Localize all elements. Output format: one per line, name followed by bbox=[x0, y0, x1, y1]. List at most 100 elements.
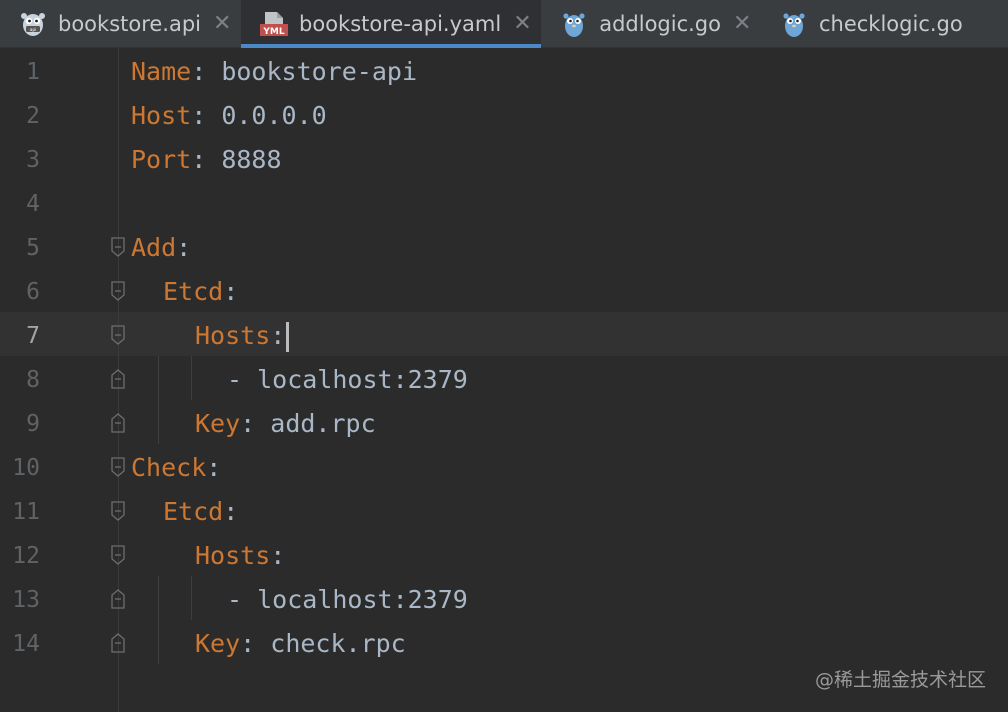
yaml-value: - localhost:2379 bbox=[227, 585, 468, 614]
yaml-key: Check bbox=[131, 453, 207, 482]
yaml-value: 0.0.0.0 bbox=[221, 101, 327, 130]
yaml-key: Etcd bbox=[163, 277, 224, 306]
code-text: - localhost:2379 bbox=[227, 578, 468, 622]
yaml-value: check.rpc bbox=[270, 629, 406, 658]
yaml-separator: : bbox=[270, 541, 286, 570]
yaml-separator: : bbox=[240, 409, 271, 438]
line-number: 8 bbox=[26, 367, 40, 393]
tab-label: bookstore-api.yaml bbox=[299, 11, 502, 36]
gopher-api-icon: api bbox=[18, 9, 48, 39]
line-number: 1 bbox=[26, 59, 40, 85]
close-icon[interactable]: ✕ bbox=[513, 11, 531, 36]
tab-label: addlogic.go bbox=[599, 11, 721, 36]
tab-checklogic-go[interactable]: checklogic.go bbox=[761, 0, 973, 47]
fold-collapse-icon[interactable] bbox=[110, 456, 126, 478]
code-editor[interactable]: 1 Name: bookstore-api 2 Host: 0.0.0.0 3 Port:… bbox=[0, 48, 1008, 712]
close-icon[interactable]: ✕ bbox=[213, 11, 231, 36]
yaml-key: Port bbox=[131, 145, 192, 174]
line-number: 9 bbox=[26, 411, 40, 437]
yaml-value: 8888 bbox=[221, 145, 282, 174]
line-number: 2 bbox=[26, 103, 40, 129]
code-text: Key: check.rpc bbox=[195, 622, 406, 666]
yaml-separator: : bbox=[206, 453, 222, 482]
line-number: 5 bbox=[26, 235, 40, 261]
code-text: Etcd: bbox=[163, 270, 238, 314]
code-line[interactable]: 6 Etcd: bbox=[0, 270, 1008, 314]
tab-bookstore-api[interactable]: api bookstore.api ✕ bbox=[0, 0, 241, 47]
line-number: 13 bbox=[12, 587, 40, 613]
yaml-key: Add bbox=[131, 233, 177, 262]
line-number: 14 bbox=[12, 631, 40, 657]
text-caret bbox=[286, 322, 290, 352]
editor-tab-bar: api bookstore.api ✕ YML bookstore-api.ya… bbox=[0, 0, 1008, 48]
yaml-separator: : bbox=[191, 145, 222, 174]
fold-collapse-icon[interactable] bbox=[110, 500, 126, 522]
yaml-value: - localhost:2379 bbox=[227, 365, 468, 394]
code-line[interactable]: 12 Hosts: bbox=[0, 534, 1008, 578]
code-text: Check: bbox=[131, 446, 221, 490]
code-line[interactable]: 13 - localhost:2379 bbox=[0, 578, 1008, 622]
yaml-value: add.rpc bbox=[270, 409, 376, 438]
yaml-file-icon: YML bbox=[259, 9, 289, 39]
yaml-separator: : bbox=[223, 277, 239, 306]
fold-end-icon[interactable] bbox=[110, 588, 126, 610]
ide-window: api bookstore.api ✕ YML bookstore-api.ya… bbox=[0, 0, 1008, 712]
yaml-key: Key bbox=[195, 629, 241, 658]
code-line[interactable]: 10 Check: bbox=[0, 446, 1008, 490]
yaml-separator: : bbox=[270, 321, 286, 350]
code-line[interactable]: 7 Hosts: bbox=[0, 314, 1008, 358]
yaml-key: Hosts bbox=[195, 321, 271, 350]
line-number: 11 bbox=[12, 499, 40, 525]
code-text: Add: bbox=[131, 226, 191, 270]
line-number: 6 bbox=[26, 279, 40, 305]
code-line[interactable]: 9 Key: add.rpc bbox=[0, 402, 1008, 446]
code-line[interactable]: 11 Etcd: bbox=[0, 490, 1008, 534]
yaml-key: Host bbox=[131, 101, 192, 130]
line-number: 7 bbox=[26, 323, 40, 349]
code-text: Port: 8888 bbox=[131, 138, 282, 182]
fold-collapse-icon[interactable] bbox=[110, 236, 126, 258]
fold-end-icon[interactable] bbox=[110, 412, 126, 434]
tab-bookstore-api-yaml[interactable]: YML bookstore-api.yaml ✕ bbox=[241, 0, 542, 48]
code-line[interactable]: 4 bbox=[0, 182, 1008, 226]
watermark: @稀土掘金技术社区 bbox=[814, 669, 986, 691]
code-line[interactable]: 5 Add: bbox=[0, 226, 1008, 270]
fold-collapse-icon[interactable] bbox=[110, 544, 126, 566]
code-line[interactable]: 3 Port: 8888 bbox=[0, 138, 1008, 182]
code-text: Key: add.rpc bbox=[195, 402, 376, 446]
code-text: - localhost:2379 bbox=[227, 358, 468, 402]
close-icon[interactable]: ✕ bbox=[733, 11, 751, 36]
svg-text:YML: YML bbox=[262, 27, 284, 37]
code-text: Etcd: bbox=[163, 490, 238, 534]
tab-label: bookstore.api bbox=[58, 11, 202, 36]
yaml-separator: : bbox=[240, 629, 271, 658]
code-line[interactable]: 1 Name: bookstore-api bbox=[0, 50, 1008, 94]
code-line[interactable]: 14 Key: check.rpc bbox=[0, 622, 1008, 666]
code-text: Host: 0.0.0.0 bbox=[131, 94, 327, 138]
tab-addlogic-go[interactable]: addlogic.go ✕ bbox=[541, 0, 761, 47]
code-text: Hosts: bbox=[195, 314, 290, 358]
yaml-key: Key bbox=[195, 409, 241, 438]
code-text: Hosts: bbox=[195, 534, 285, 578]
fold-collapse-icon[interactable] bbox=[110, 324, 126, 346]
yaml-key: Name bbox=[131, 57, 192, 86]
line-number: 3 bbox=[26, 147, 40, 173]
code-line[interactable]: 8 - localhost:2379 bbox=[0, 358, 1008, 402]
line-number: 4 bbox=[26, 191, 40, 217]
yaml-key: Hosts bbox=[195, 541, 271, 570]
yaml-separator: : bbox=[223, 497, 239, 526]
line-number: 10 bbox=[12, 455, 40, 481]
gopher-icon bbox=[779, 9, 809, 39]
fold-collapse-icon[interactable] bbox=[110, 280, 126, 302]
code-line[interactable]: 2 Host: 0.0.0.0 bbox=[0, 94, 1008, 138]
yaml-separator: : bbox=[191, 101, 222, 130]
fold-end-icon[interactable] bbox=[110, 632, 126, 654]
svg-text:api: api bbox=[30, 27, 37, 33]
code-text: Name: bookstore-api bbox=[131, 50, 417, 94]
fold-end-icon[interactable] bbox=[110, 368, 126, 390]
gopher-icon bbox=[559, 9, 589, 39]
yaml-separator: : bbox=[191, 57, 222, 86]
line-number: 12 bbox=[12, 543, 40, 569]
yaml-key: Etcd bbox=[163, 497, 224, 526]
tab-label: checklogic.go bbox=[818, 11, 963, 36]
